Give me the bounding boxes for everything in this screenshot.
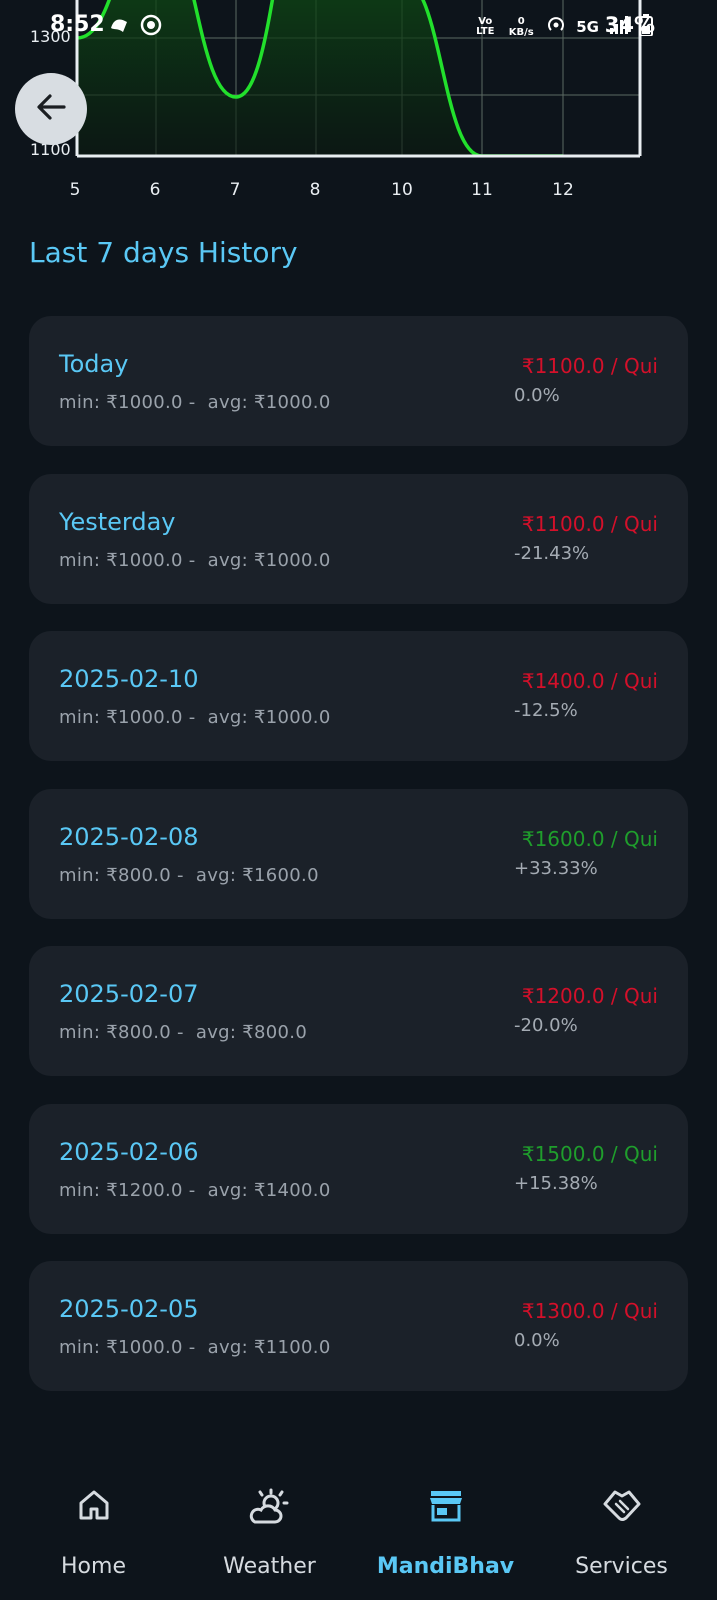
- history-date: Today: [59, 350, 129, 378]
- nav-home-label: Home: [61, 1554, 126, 1579]
- history-avg: avg: ₹1000.0: [207, 392, 331, 413]
- x-tick-label: 8: [309, 180, 321, 200]
- history-avg: avg: ₹1400.0: [207, 1180, 331, 1201]
- nav-mandibhav-label: MandiBhav: [376, 1554, 515, 1579]
- history-min: min: ₹1200.0 -: [59, 1180, 196, 1201]
- history-card[interactable]: 2025-02-07 min: ₹800.0 - avg: ₹800.0 ₹1200…: [29, 946, 688, 1076]
- history-price: ₹1100.0 / Qui: [521, 354, 658, 378]
- home-icon: [77, 1488, 111, 1526]
- history-min: min: ₹1000.0 -: [59, 1337, 196, 1358]
- x-tick-label: 6: [149, 180, 161, 200]
- x-tick-label: 11: [471, 180, 493, 200]
- history-card[interactable]: 2025-02-08 min: ₹800.0 - avg: ₹1600.0 ₹160…: [29, 789, 688, 919]
- history-min: min: ₹800.0 -: [59, 865, 184, 886]
- history-avg: avg: ₹1000.0: [207, 707, 331, 728]
- history-date: 2025-02-07: [59, 980, 199, 1008]
- hotspot-icon: [546, 15, 566, 39]
- history-min-avg: min: ₹800.0 - avg: ₹800.0: [59, 1022, 307, 1043]
- history-price: ₹1200.0 / Qui: [521, 984, 658, 1008]
- network-type: 5G: [576, 18, 599, 36]
- history-change: +15.38%: [514, 1173, 598, 1194]
- history-min: min: ₹1000.0 -: [59, 392, 196, 413]
- history-min-avg: min: ₹1000.0 - avg: ₹1000.0: [59, 707, 331, 728]
- history-avg: avg: ₹1000.0: [207, 550, 331, 571]
- volte-icon: Vo LTE: [476, 16, 495, 37]
- store-icon: [428, 1488, 464, 1526]
- history-card[interactable]: Yesterday min: ₹1000.0 - avg: ₹1000.0 ₹110…: [29, 474, 688, 604]
- history-section-title: Last 7 days History: [29, 236, 298, 269]
- arrow-left-icon: [34, 90, 68, 128]
- history-change: 0.0%: [514, 385, 560, 406]
- nav-services-label: Services: [575, 1554, 668, 1579]
- history-min: min: ₹1000.0 -: [59, 550, 196, 571]
- history-change: +33.33%: [514, 858, 598, 879]
- nav-weather-label: Weather: [223, 1554, 316, 1579]
- status-time: 8:52: [50, 12, 105, 37]
- history-date: 2025-02-05: [59, 1295, 199, 1323]
- history-date: 2025-02-10: [59, 665, 199, 693]
- history-avg: avg: ₹800.0: [195, 1022, 308, 1043]
- x-tick-label: 12: [552, 180, 574, 200]
- history-price: ₹1500.0 / Qui: [521, 1142, 658, 1166]
- weather-icon: [249, 1488, 291, 1530]
- history-card[interactable]: 2025-02-05 min: ₹1000.0 - avg: ₹1100.0 ₹13…: [29, 1261, 688, 1391]
- history-price: ₹1400.0 / Qui: [521, 669, 658, 693]
- history-change: -20.0%: [514, 1015, 578, 1036]
- history-date: Yesterday: [59, 508, 176, 536]
- history-card[interactable]: 2025-02-10 min: ₹1000.0 - avg: ₹1000.0 ₹14…: [29, 631, 688, 761]
- x-tick-label: 5: [69, 180, 81, 200]
- history-min-avg: min: ₹1000.0 - avg: ₹1000.0: [59, 550, 331, 571]
- app-notification-icon: [108, 14, 130, 40]
- history-change: -21.43%: [514, 543, 590, 564]
- x-tick-label: 10: [391, 180, 413, 200]
- bottom-navigation: Home Weather MandiBhav Services: [0, 1460, 717, 1600]
- whatsapp-icon: [140, 14, 162, 40]
- back-button[interactable]: [15, 73, 87, 145]
- history-change: -12.5%: [514, 700, 578, 721]
- handshake-icon: [602, 1488, 642, 1528]
- history-price: ₹1300.0 / Qui: [521, 1299, 658, 1323]
- history-min-avg: min: ₹800.0 - avg: ₹1600.0: [59, 865, 319, 886]
- history-price: ₹1100.0 / Qui: [521, 512, 658, 536]
- history-min: min: ₹1000.0 -: [59, 707, 196, 728]
- history-date: 2025-02-08: [59, 823, 199, 851]
- history-change: 0.0%: [514, 1330, 560, 1351]
- history-avg: avg: ₹1100.0: [207, 1337, 331, 1358]
- history-min-avg: min: ₹1000.0 - avg: ₹1100.0: [59, 1337, 331, 1358]
- history-min-avg: min: ₹1200.0 - avg: ₹1400.0: [59, 1180, 331, 1201]
- history-price: ₹1600.0 / Qui: [521, 827, 658, 851]
- battery-percent-text: 34%: [604, 13, 655, 37]
- x-tick-label: 7: [229, 180, 241, 200]
- history-date: 2025-02-06: [59, 1138, 199, 1166]
- network-speed: 0 KB/s: [508, 16, 534, 38]
- history-min-avg: min: ₹1000.0 - avg: ₹1000.0: [59, 392, 331, 413]
- history-card[interactable]: 2025-02-06 min: ₹1200.0 - avg: ₹1400.0 ₹15…: [29, 1104, 688, 1234]
- history-card[interactable]: Today min: ₹1000.0 - avg: ₹1000.0 ₹1100.0 …: [29, 316, 688, 446]
- history-min: min: ₹800.0 -: [59, 1022, 184, 1043]
- history-avg: avg: ₹1600.0: [195, 865, 319, 886]
